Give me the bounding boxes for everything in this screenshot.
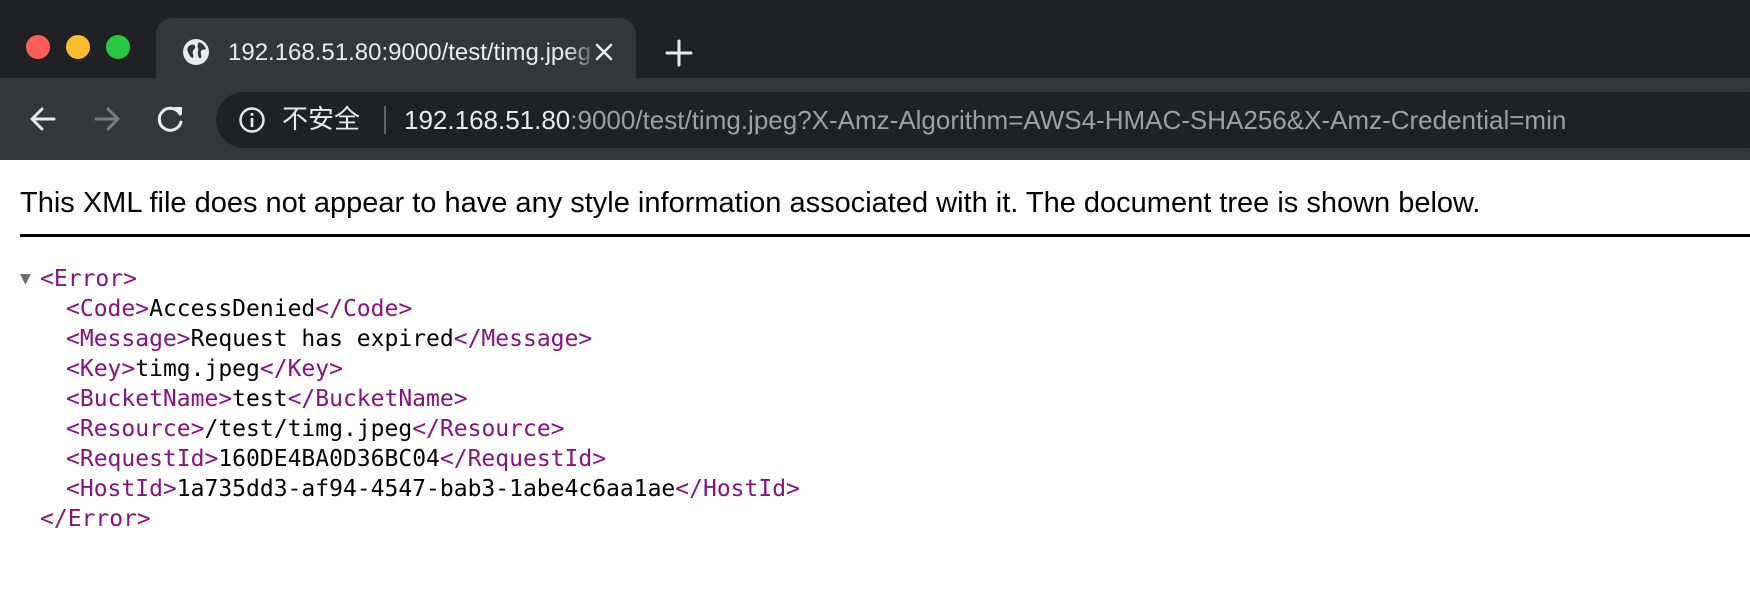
- collapse-triangle-icon[interactable]: ▼: [20, 264, 40, 294]
- xml-style-notice: This XML file does not appear to have an…: [20, 187, 1481, 219]
- close-window-button[interactable]: [26, 35, 50, 59]
- xml-open-tag: <Key>: [66, 356, 136, 382]
- xml-close-tag: </Resource>: [412, 416, 565, 442]
- xml-open-tag: <Resource>: [66, 416, 205, 442]
- xml-close-tag: </RequestId>: [439, 446, 607, 472]
- url-host: 192.168.51.80: [404, 105, 571, 135]
- xml-close-tag: </Code>: [315, 296, 413, 322]
- globe-icon: [183, 39, 209, 65]
- xml-value: test: [232, 386, 288, 412]
- xml-row: <Code>AccessDenied</Code>: [20, 294, 800, 324]
- xml-tree: ▼ <Error> <Code>AccessDenied</Code> <Mess…: [20, 264, 800, 534]
- xml-root-open-line: ▼ <Error>: [20, 264, 800, 294]
- xml-root-close-tag: </Error>: [40, 506, 151, 532]
- forward-arrow-icon[interactable]: [90, 102, 124, 136]
- xml-value: /test/timg.jpeg: [204, 416, 413, 442]
- xml-row: <HostId>1a735dd3-af94-4547-bab3-1abe4c6a…: [20, 474, 800, 504]
- browser-toolbar: 不安全 192.168.51.80:9000/test/timg.jpeg?X-…: [0, 78, 1750, 160]
- info-icon[interactable]: [238, 106, 266, 134]
- address-divider: [384, 106, 386, 134]
- xml-close-tag: </BucketName>: [287, 386, 468, 412]
- security-label[interactable]: 不安全: [282, 102, 360, 138]
- tab-title: 192.168.51.80:9000/test/timg.jpeg: [228, 39, 591, 66]
- xml-open-tag: <RequestId>: [66, 446, 219, 472]
- xml-value: Request has expired: [190, 326, 454, 352]
- xml-close-tag: </Key>: [259, 356, 343, 382]
- reload-icon[interactable]: [154, 102, 188, 136]
- xml-close-tag: </Message>: [453, 326, 593, 352]
- xml-root-open-tag: <Error>: [40, 266, 137, 292]
- new-tab-icon[interactable]: [664, 38, 694, 68]
- notice-divider: [20, 234, 1750, 237]
- xml-value: timg.jpeg: [135, 356, 260, 382]
- xml-open-tag: <Message>: [66, 326, 191, 352]
- xml-close-tag: </HostId>: [675, 476, 800, 502]
- xml-row: <RequestId>160DE4BA0D36BC04</RequestId>: [20, 444, 800, 474]
- back-arrow-icon[interactable]: [26, 102, 60, 136]
- tab-active[interactable]: 192.168.51.80:9000/test/timg.jpeg: [156, 18, 636, 80]
- zoom-window-button[interactable]: [106, 35, 130, 59]
- url-text[interactable]: 192.168.51.80:9000/test/timg.jpeg?X-Amz-…: [404, 102, 1566, 138]
- xml-row: <Message>Request has expired</Message>: [20, 324, 800, 354]
- close-tab-icon[interactable]: [592, 40, 616, 64]
- xml-root-close-line: </Error>: [20, 504, 800, 534]
- xml-open-tag: <BucketName>: [66, 386, 233, 412]
- xml-row: <BucketName>test</BucketName>: [20, 384, 800, 414]
- url-path: :9000/test/timg.jpeg?X-Amz-Algorithm=AWS…: [570, 105, 1567, 135]
- address-bar[interactable]: 不安全 192.168.51.80:9000/test/timg.jpeg?X-…: [216, 92, 1750, 148]
- xml-row: <Key>timg.jpeg</Key>: [20, 354, 800, 384]
- tab-strip: 192.168.51.80:9000/test/timg.jpeg: [0, 0, 1750, 80]
- xml-value: 1a735dd3-af94-4547-bab3-1abe4c6aa1ae: [176, 476, 676, 502]
- xml-row: <Resource>/test/timg.jpeg</Resource>: [20, 414, 800, 444]
- xml-value: AccessDenied: [149, 296, 316, 322]
- page-content: This XML file does not appear to have an…: [0, 160, 1750, 598]
- xml-open-tag: <HostId>: [66, 476, 177, 502]
- minimize-window-button[interactable]: [66, 35, 90, 59]
- xml-value: 160DE4BA0D36BC04: [218, 446, 440, 472]
- xml-open-tag: <Code>: [66, 296, 150, 322]
